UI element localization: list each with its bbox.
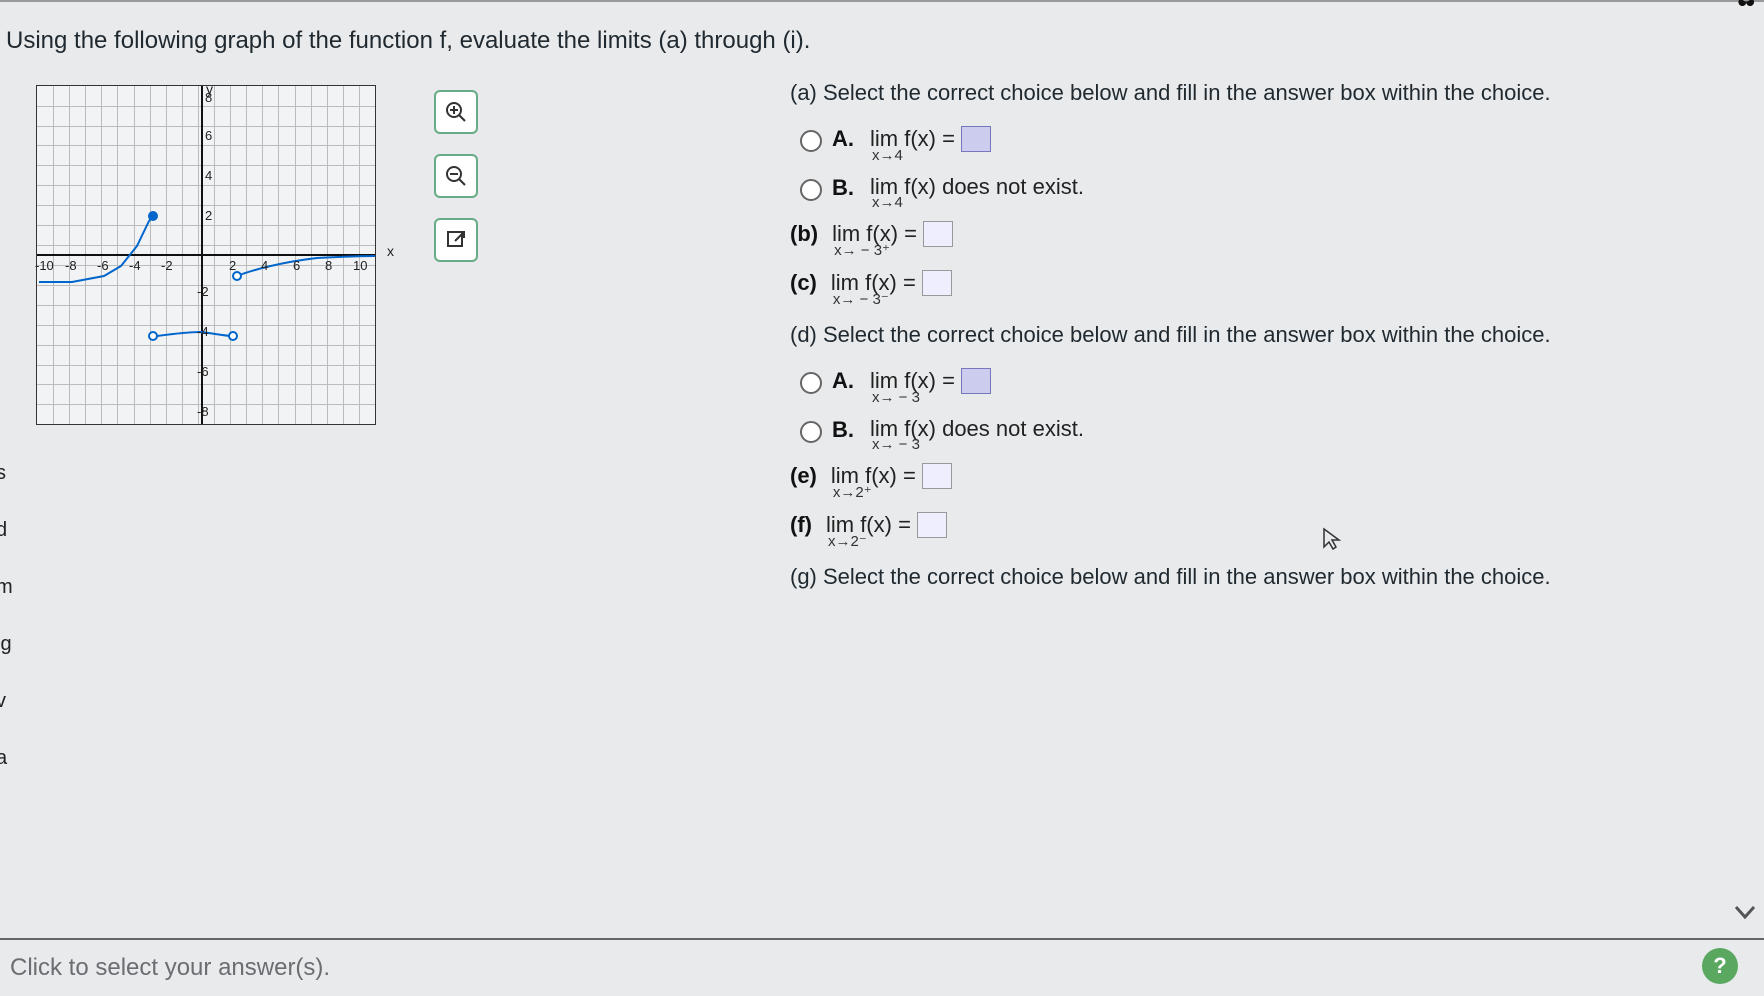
- limit-sub: x→ − 3: [870, 390, 991, 407]
- y-axis-label: y: [206, 81, 213, 97]
- x-tick: 2: [229, 258, 236, 273]
- y-tick: 6: [205, 128, 212, 143]
- help-button[interactable]: ?: [1702, 948, 1738, 984]
- cursor-icon: [1320, 527, 1344, 551]
- part-d-prompt: (d) Select the correct choice below and …: [790, 322, 1754, 348]
- limit-sub: x→2⁻: [826, 534, 947, 551]
- settings-icon[interactable]: ✿: [1735, 0, 1758, 13]
- choice-label: B.: [832, 417, 860, 443]
- graph-tools: [434, 90, 478, 262]
- part-label: (c): [790, 270, 817, 296]
- part-g-prompt: (g) Select the correct choice below and …: [790, 564, 1754, 590]
- y-tick: -4: [197, 324, 209, 339]
- content-area: -10 -8 -6 -4 -2 2 4 6 8 10 2 4 6 8 -2 -4: [0, 75, 1764, 964]
- side-tabs: s d m ig v a: [0, 462, 13, 770]
- open-external-icon: [444, 228, 468, 252]
- function-graph[interactable]: -10 -8 -6 -4 -2 2 4 6 8 10 2 4 6 8 -2 -4: [36, 85, 376, 425]
- part-a-choice-B[interactable]: B. lim f(x) does not exist. x→4: [800, 175, 1754, 212]
- limit-sub: x→ − 3: [870, 437, 1084, 454]
- scroll-down-icon[interactable]: [1730, 900, 1760, 926]
- x-tick: -8: [65, 258, 77, 273]
- graph-wrap: -10 -8 -6 -4 -2 2 4 6 8 10 2 4 6 8 -2 -4: [36, 85, 376, 425]
- zoom-in-button[interactable]: [434, 90, 478, 134]
- radio-a-A[interactable]: [800, 130, 822, 152]
- footer-bar: Click to select your answer(s). ?: [0, 938, 1764, 996]
- y-tick: -2: [197, 284, 209, 299]
- closed-point: [148, 211, 158, 221]
- limit-sub: x→ − 3⁻: [831, 292, 952, 309]
- choice-label: A.: [832, 368, 860, 394]
- x-tick: 4: [261, 258, 268, 273]
- zoom-in-icon: [444, 100, 468, 124]
- x-tick: 8: [325, 258, 332, 273]
- side-tab[interactable]: v: [0, 690, 13, 713]
- side-tab[interactable]: m: [0, 576, 13, 599]
- y-tick: 2: [205, 208, 212, 223]
- x-tick: 6: [293, 258, 300, 273]
- x-tick: 10: [353, 258, 367, 273]
- x-tick: -4: [129, 258, 141, 273]
- answers-column: (a) Select the correct choice below and …: [790, 75, 1764, 964]
- open-point: [148, 331, 158, 341]
- prompt-text: Using the following graph of the functio…: [0, 27, 1764, 55]
- side-tab[interactable]: s: [0, 462, 13, 485]
- open-point: [228, 331, 238, 341]
- x-tick: -2: [161, 258, 173, 273]
- x-tick: -10: [35, 258, 54, 273]
- zoom-out-icon: [444, 164, 468, 188]
- part-c: (c) lim f(x) = x→ − 3⁻: [790, 270, 1754, 309]
- side-tab[interactable]: a: [0, 747, 13, 770]
- part-f: (f) lim f(x) = x→2⁻: [790, 512, 1754, 551]
- y-tick: 4: [205, 168, 212, 183]
- part-e: (e) lim f(x) = x→2⁺: [790, 463, 1754, 502]
- choice-label: B.: [832, 175, 860, 201]
- limit-sub: x→2⁺: [831, 485, 952, 502]
- x-axis-label: x: [387, 243, 394, 259]
- zoom-out-button[interactable]: [434, 154, 478, 198]
- graph-column: -10 -8 -6 -4 -2 2 4 6 8 10 2 4 6 8 -2 -4: [0, 75, 790, 964]
- y-tick: -8: [197, 404, 209, 419]
- part-label: (b): [790, 221, 818, 247]
- x-tick: -6: [97, 258, 109, 273]
- limit-sub: x→4: [870, 195, 1084, 212]
- radio-a-B[interactable]: [800, 179, 822, 201]
- limit-sub: x→4: [870, 148, 991, 165]
- footer-text: Click to select your answer(s).: [10, 954, 330, 982]
- part-label: (f): [790, 512, 812, 538]
- y-tick: -6: [197, 364, 209, 379]
- open-external-button[interactable]: [434, 218, 478, 262]
- part-b: (b) lim f(x) = x→ − 3⁺: [790, 221, 1754, 260]
- part-d-choice-A[interactable]: A. lim f(x) = x→ − 3: [800, 368, 1754, 407]
- help-label: ?: [1713, 953, 1726, 979]
- limit-sub: x→ − 3⁺: [832, 243, 953, 260]
- x-axis: [37, 254, 375, 256]
- radio-d-B[interactable]: [800, 421, 822, 443]
- side-tab[interactable]: d: [0, 519, 13, 542]
- part-label: (e): [790, 463, 817, 489]
- part-d-choice-B[interactable]: B. lim f(x) does not exist. x→ − 3: [800, 417, 1754, 454]
- side-tab[interactable]: ig: [0, 633, 13, 656]
- part-a-prompt: (a) Select the correct choice below and …: [790, 80, 1754, 106]
- radio-d-A[interactable]: [800, 372, 822, 394]
- choice-label: A.: [832, 126, 860, 152]
- question-panel: ✿ Using the following graph of the funct…: [0, 0, 1764, 996]
- part-a-choice-A[interactable]: A. lim f(x) = x→4: [800, 126, 1754, 165]
